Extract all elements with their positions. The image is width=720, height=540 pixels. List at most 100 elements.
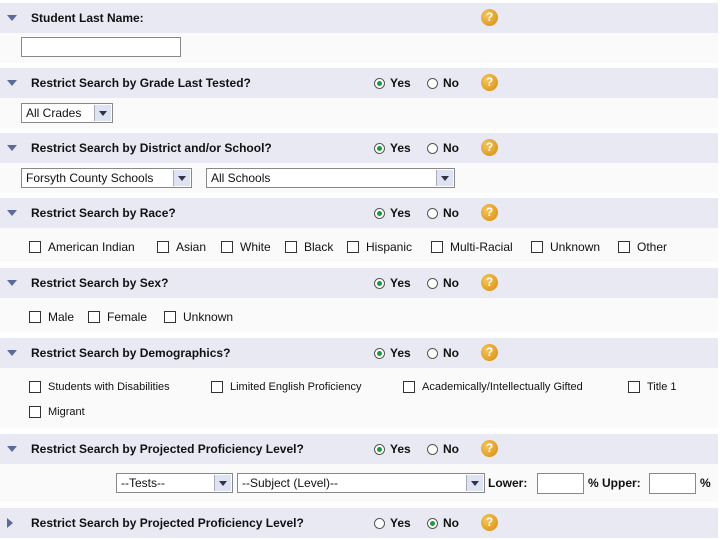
checkbox-students-with-disabilities[interactable]: Students with Disabilities xyxy=(29,381,170,393)
upper-input[interactable] xyxy=(649,473,696,494)
yes-option[interactable]: Yes xyxy=(374,276,411,290)
checkbox-white[interactable]: White xyxy=(221,240,271,254)
yes-option[interactable]: Yes xyxy=(374,141,411,155)
no-option[interactable]: No xyxy=(427,76,459,90)
checkbox[interactable] xyxy=(88,311,100,323)
dropdown-arrow-icon[interactable] xyxy=(94,105,111,121)
radio-no[interactable] xyxy=(427,517,438,529)
checkbox[interactable] xyxy=(164,311,176,323)
collapse-arrow-icon[interactable] xyxy=(7,15,17,21)
district-select[interactable]: Forsyth County Schools xyxy=(21,168,192,188)
checkbox-hispanic[interactable]: Hispanic xyxy=(347,240,412,254)
checkbox[interactable] xyxy=(221,241,233,253)
collapse-arrow-icon[interactable] xyxy=(7,210,17,216)
help-icon[interactable]: ? xyxy=(481,514,498,531)
section-header-demographics: Restrict Search by Demographics? Yes No … xyxy=(0,338,718,368)
checkbox[interactable] xyxy=(29,406,41,418)
checkbox[interactable] xyxy=(29,311,41,323)
dropdown-arrow-icon[interactable] xyxy=(436,170,453,186)
radio-no[interactable] xyxy=(427,277,438,289)
checkbox[interactable] xyxy=(431,241,443,253)
checkbox-title-1[interactable]: Title 1 xyxy=(628,381,677,393)
checkbox[interactable] xyxy=(157,241,169,253)
help-icon[interactable]: ? xyxy=(481,139,498,156)
help-icon[interactable]: ? xyxy=(481,204,498,221)
help-icon[interactable]: ? xyxy=(481,440,498,457)
checkbox-female[interactable]: Female xyxy=(88,310,147,324)
yes-option[interactable]: Yes xyxy=(374,516,411,530)
radio-no[interactable] xyxy=(427,207,438,219)
radio-no[interactable] xyxy=(427,443,438,455)
collapse-arrow-icon[interactable] xyxy=(7,446,17,452)
lower-input[interactable] xyxy=(537,473,584,494)
collapse-arrow-icon[interactable] xyxy=(7,145,17,151)
checkbox[interactable] xyxy=(403,381,415,393)
collapse-arrow-icon[interactable] xyxy=(7,350,17,356)
checkbox-migrant[interactable]: Migrant xyxy=(29,406,85,418)
dropdown-arrow-icon[interactable] xyxy=(214,475,231,491)
dropdown-arrow-icon[interactable] xyxy=(173,170,190,186)
radio-yes[interactable] xyxy=(374,347,385,359)
checkbox-male[interactable]: Male xyxy=(29,310,74,324)
checkbox-label: Asian xyxy=(176,240,207,254)
radio-no[interactable] xyxy=(427,77,438,89)
no-option[interactable]: No xyxy=(427,346,459,360)
checkbox[interactable] xyxy=(29,241,41,253)
no-option[interactable]: No xyxy=(427,206,459,220)
checkbox[interactable] xyxy=(618,241,630,253)
help-icon[interactable]: ? xyxy=(481,74,498,91)
checkbox[interactable] xyxy=(628,381,640,393)
dropdown-arrow-icon[interactable] xyxy=(466,475,483,491)
section-header-sex: Restrict Search by Sex? Yes No ? xyxy=(0,268,718,298)
radio-label: No xyxy=(443,346,459,360)
no-option[interactable]: No xyxy=(427,442,459,456)
radio-label: No xyxy=(443,276,459,290)
tests-select[interactable]: --Tests-- xyxy=(116,473,233,493)
no-option[interactable]: No xyxy=(427,141,459,155)
radio-yes[interactable] xyxy=(374,142,385,154)
help-icon[interactable]: ? xyxy=(481,274,498,291)
checkbox[interactable] xyxy=(347,241,359,253)
yes-option[interactable]: Yes xyxy=(374,346,411,360)
checkbox-gifted[interactable]: Academically/Intellectually Gifted xyxy=(403,381,583,393)
checkbox-unknown[interactable]: Unknown xyxy=(164,310,233,324)
radio-yes[interactable] xyxy=(374,77,385,89)
last-name-input[interactable] xyxy=(21,37,181,57)
checkbox-label: Black xyxy=(304,240,334,254)
yes-option[interactable]: Yes xyxy=(374,76,411,90)
checkbox[interactable] xyxy=(285,241,297,253)
checkbox-multi-racial[interactable]: Multi-Racial xyxy=(431,240,513,254)
radio-no[interactable] xyxy=(427,142,438,154)
radio-label: Yes xyxy=(390,442,411,456)
checkbox[interactable] xyxy=(29,381,41,393)
checkbox-limited-english[interactable]: Limited English Proficiency xyxy=(211,381,361,393)
checkbox[interactable] xyxy=(531,241,543,253)
radio-yes[interactable] xyxy=(374,517,385,529)
yes-option[interactable]: Yes xyxy=(374,206,411,220)
collapse-arrow-icon[interactable] xyxy=(7,280,17,286)
checkbox-other[interactable]: Other xyxy=(618,240,667,254)
subject-select[interactable]: --Subject (Level)-- xyxy=(237,473,485,493)
checkbox-asian[interactable]: Asian xyxy=(157,240,206,254)
no-option[interactable]: No xyxy=(427,516,459,530)
checkbox-label: Title 1 xyxy=(647,381,677,393)
checkbox[interactable] xyxy=(211,381,223,393)
help-icon[interactable]: ? xyxy=(481,344,498,361)
checkbox-label: Migrant xyxy=(48,406,85,418)
no-option[interactable]: No xyxy=(427,276,459,290)
checkbox-label: Unknown xyxy=(550,240,601,254)
school-select[interactable]: All Schools xyxy=(206,168,455,188)
radio-yes[interactable] xyxy=(374,277,385,289)
radio-yes[interactable] xyxy=(374,207,385,219)
yes-option[interactable]: Yes xyxy=(374,442,411,456)
checkbox-american-indian[interactable]: American Indian xyxy=(29,240,135,254)
grade-select[interactable]: All Crades xyxy=(21,103,113,123)
checkbox-label: Multi-Racial xyxy=(450,240,513,254)
radio-yes[interactable] xyxy=(374,443,385,455)
radio-no[interactable] xyxy=(427,347,438,359)
collapse-arrow-icon[interactable] xyxy=(7,80,17,86)
checkbox-unknown[interactable]: Unknown xyxy=(531,240,600,254)
help-icon[interactable]: ? xyxy=(481,9,498,26)
checkbox-black[interactable]: Black xyxy=(285,240,333,254)
expand-arrow-icon[interactable] xyxy=(7,518,13,528)
